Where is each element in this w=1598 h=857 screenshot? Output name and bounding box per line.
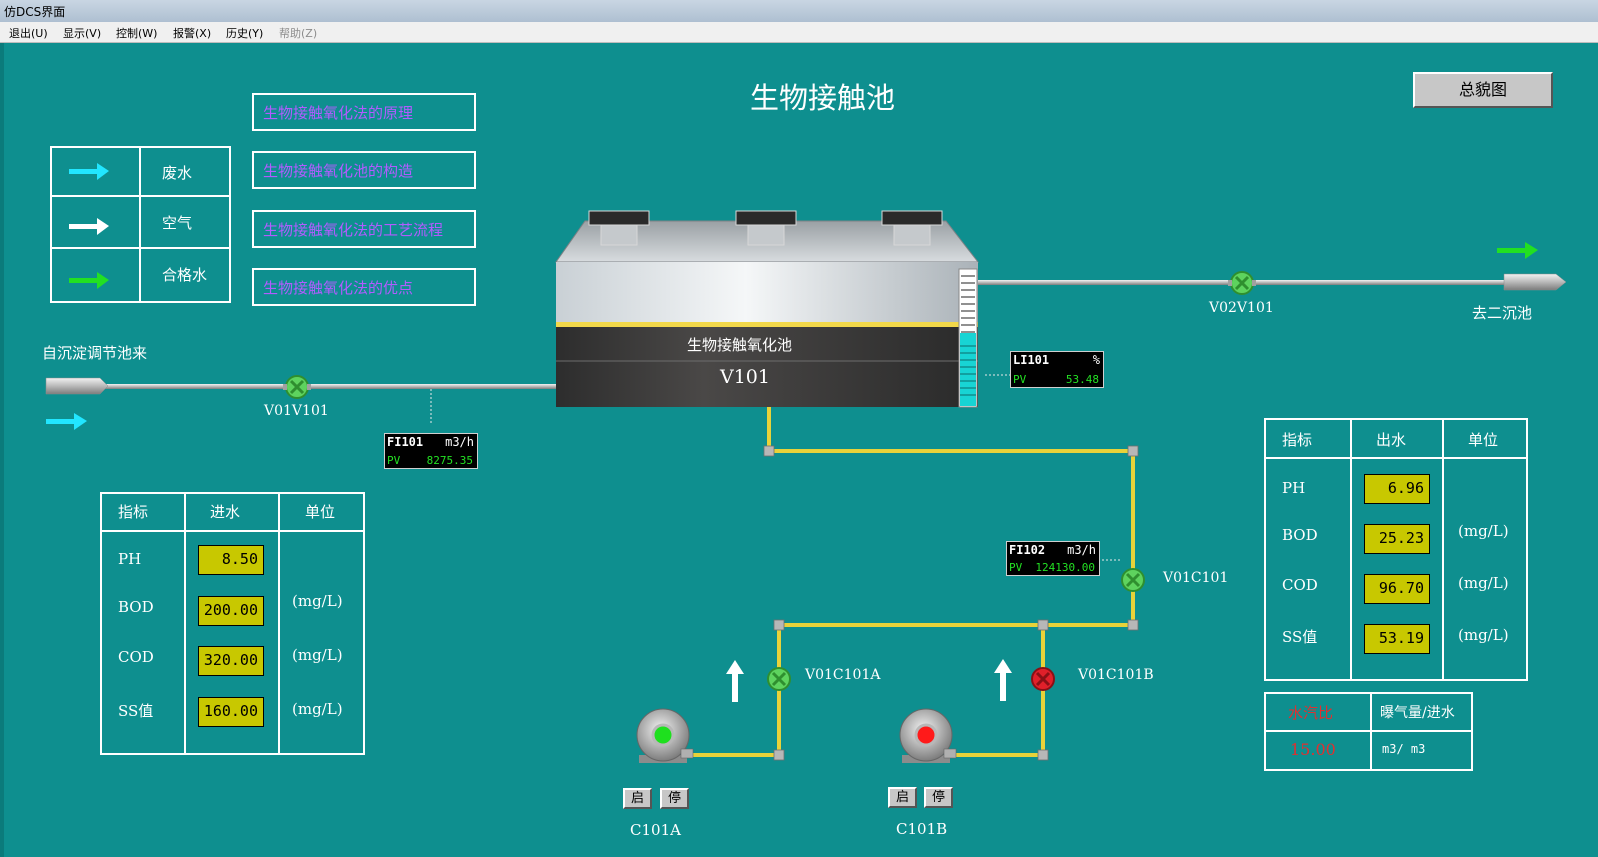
inlet-bod-value: 200.00 bbox=[198, 596, 264, 626]
tank-name-label: 生物接触氧化池 bbox=[687, 336, 793, 354]
fi101-pv-label: PV bbox=[387, 454, 401, 467]
inlet-ph-value: 8.50 bbox=[198, 545, 264, 575]
air-up-arrow-icon bbox=[726, 660, 744, 702]
outlet-cod-unit: (mg/L) bbox=[1458, 574, 1509, 592]
inlet-row-ss-name: SS值 bbox=[118, 702, 154, 720]
outlet-row-ph-name: PH bbox=[1282, 479, 1306, 497]
legend-table: 废水 空气 合格水 bbox=[50, 146, 231, 303]
pump-c101a-icon bbox=[636, 708, 694, 763]
legend-wastewater-label: 废水 bbox=[162, 164, 193, 182]
pump-c101a-stop-button[interactable]: 停 bbox=[660, 788, 689, 809]
valve-v01c101-label: V01C101 bbox=[1163, 570, 1229, 586]
outlet-destination-label: 去二沉池 bbox=[1472, 304, 1533, 322]
fi102-pv-label: PV bbox=[1009, 561, 1023, 574]
fi101-value: 8275.35 bbox=[426, 454, 473, 467]
inlet-ss-unit: (mg/L) bbox=[292, 700, 343, 718]
outlet-header-value: 出水 bbox=[1376, 431, 1407, 449]
li101-value: 53.48 bbox=[1065, 373, 1099, 386]
topic-process-flow-button[interactable]: 生物接触氧化法的工艺流程 bbox=[252, 210, 476, 248]
ratio-unit: m3/ m3 bbox=[1382, 742, 1426, 756]
tank-tag-label: V101 bbox=[720, 366, 770, 388]
outlet-bod-unit: (mg/L) bbox=[1458, 522, 1509, 540]
page-title: 生物接触池 bbox=[750, 81, 896, 115]
pump-c101b-label: C101B bbox=[896, 820, 948, 838]
li101-unit: % bbox=[1092, 353, 1100, 367]
ratio-description: 曝气量/进水 bbox=[1380, 705, 1455, 721]
instrument-fi101[interactable]: FI101 m3/h PV 8275.35 bbox=[384, 433, 478, 469]
valve-v02v101-toggle[interactable] bbox=[1229, 270, 1255, 296]
legend-air-label: 空气 bbox=[162, 214, 193, 232]
inlet-row-cod-name: COD bbox=[118, 648, 154, 666]
outlet-row-bod-name: BOD bbox=[1282, 526, 1318, 544]
outlet-header-metric: 指标 bbox=[1282, 431, 1313, 449]
inlet-row-bod-name: BOD bbox=[118, 598, 154, 616]
topic-advantages-button[interactable]: 生物接触氧化法的优点 bbox=[252, 268, 476, 306]
pump-c101b-start-button[interactable]: 启 bbox=[888, 787, 917, 808]
water-air-ratio-table: 水汽比 曝气量/进水 15.00 m3/ m3 bbox=[1264, 692, 1473, 771]
valve-v01v101-toggle[interactable] bbox=[284, 374, 310, 400]
outlet-cod-value: 96.70 bbox=[1364, 574, 1430, 604]
li101-name: LI101 bbox=[1013, 353, 1050, 367]
outlet-ph-value: 6.96 bbox=[1364, 474, 1430, 504]
inlet-bod-unit: (mg/L) bbox=[292, 592, 343, 610]
outlet-row-cod-name: COD bbox=[1282, 576, 1318, 594]
valve-v01c101-toggle[interactable] bbox=[1120, 567, 1146, 593]
inlet-row-ph-name: PH bbox=[118, 550, 142, 568]
inlet-header-metric: 指标 bbox=[118, 503, 149, 521]
inlet-ss-value: 160.00 bbox=[198, 697, 264, 727]
fi102-name: FI102 bbox=[1009, 543, 1046, 557]
li101-pv-label: PV bbox=[1013, 373, 1027, 386]
instrument-li101[interactable]: LI101 % PV 53.48 bbox=[1010, 351, 1104, 388]
inlet-flow-arrow-icon bbox=[46, 413, 87, 430]
inlet-quality-table: 指标 进水 单位 PH 8.50 BOD 200.00 (mg/L) COD 3… bbox=[100, 492, 365, 755]
outlet-pipe-tip bbox=[1503, 273, 1567, 291]
valve-v01v101-label: V01V101 bbox=[264, 403, 329, 419]
legend-qualified-water-label: 合格水 bbox=[162, 266, 208, 284]
valve-v01c101b-toggle[interactable] bbox=[1030, 666, 1056, 692]
valve-v01c101a-label: V01C101A bbox=[805, 667, 881, 683]
overview-button[interactable]: 总貌图 bbox=[1413, 72, 1553, 108]
outlet-ss-unit: (mg/L) bbox=[1458, 626, 1509, 644]
ratio-value: 15.00 bbox=[1290, 740, 1336, 759]
ratio-label: 水汽比 bbox=[1288, 704, 1334, 722]
topic-structure-button[interactable]: 生物接触氧化池的构造 bbox=[252, 151, 476, 189]
inlet-pipe-tip bbox=[45, 377, 109, 395]
valve-v01c101a-toggle[interactable] bbox=[766, 666, 792, 692]
topic-principle-button[interactable]: 生物接触氧化法的原理 bbox=[252, 93, 476, 131]
outlet-row-ss-name: SS值 bbox=[1282, 628, 1318, 646]
pipe-fittings bbox=[763, 445, 1139, 761]
outlet-quality-table: 指标 出水 单位 PH 6.96 BOD 25.23 (mg/L) COD 96… bbox=[1264, 418, 1528, 681]
outlet-bod-value: 25.23 bbox=[1364, 524, 1430, 554]
valve-v01c101b-label: V01C101B bbox=[1078, 667, 1154, 683]
fi101-name: FI101 bbox=[387, 435, 424, 449]
inlet-cod-unit: (mg/L) bbox=[292, 646, 343, 664]
pump-c101b-icon bbox=[899, 708, 957, 763]
fi102-value: 124130.00 bbox=[1035, 561, 1095, 574]
pump-c101b-stop-button[interactable]: 停 bbox=[924, 787, 953, 808]
inlet-cod-value: 320.00 bbox=[198, 646, 264, 676]
outlet-ss-value: 53.19 bbox=[1364, 624, 1430, 654]
inlet-header-value: 进水 bbox=[210, 503, 241, 521]
inlet-source-label: 自沉淀调节池来 bbox=[42, 344, 148, 362]
instrument-fi102[interactable]: FI102 m3/h PV 124130.00 bbox=[1006, 541, 1100, 576]
fi101-unit: m3/h bbox=[445, 435, 474, 449]
inlet-header-unit: 单位 bbox=[305, 503, 336, 521]
air-piping bbox=[692, 406, 1135, 757]
valve-v02v101-label: V02V101 bbox=[1209, 300, 1274, 316]
outlet-flow-arrow-icon bbox=[1497, 242, 1538, 259]
fi102-unit: m3/h bbox=[1067, 543, 1096, 557]
air-up-arrow-icon bbox=[994, 659, 1012, 701]
inlet-pipe bbox=[72, 384, 556, 389]
outlet-header-unit: 单位 bbox=[1468, 431, 1499, 449]
pump-c101a-start-button[interactable]: 启 bbox=[623, 788, 652, 809]
pump-c101a-label: C101A bbox=[630, 821, 681, 839]
